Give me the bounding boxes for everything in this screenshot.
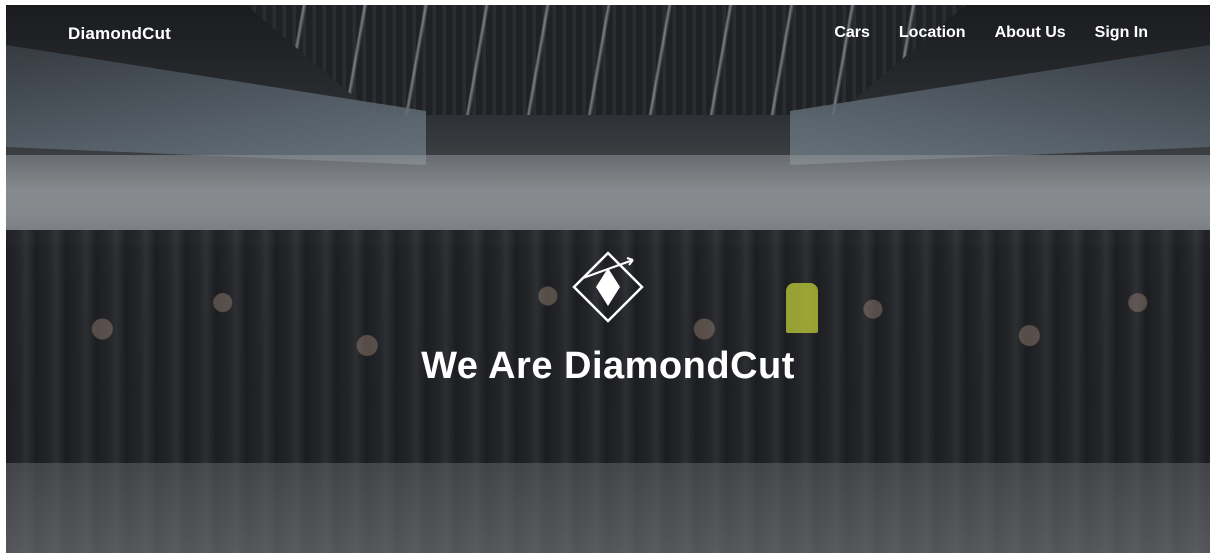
- hero-headline: We Are DiamondCut: [421, 345, 795, 387]
- crowd-highlight: [786, 283, 818, 333]
- nav-cars[interactable]: Cars: [834, 24, 870, 42]
- nav-location[interactable]: Location: [899, 24, 966, 42]
- ceiling-lights: [246, 5, 966, 115]
- main-nav: Cars Location About Us Sign In: [834, 24, 1148, 42]
- diamond-emblem-icon: [572, 251, 644, 323]
- floor: [6, 463, 1210, 553]
- brand-logo[interactable]: DiamondCut: [68, 24, 171, 44]
- nav-about-us[interactable]: About Us: [995, 24, 1066, 42]
- nav-sign-in[interactable]: Sign In: [1095, 24, 1148, 42]
